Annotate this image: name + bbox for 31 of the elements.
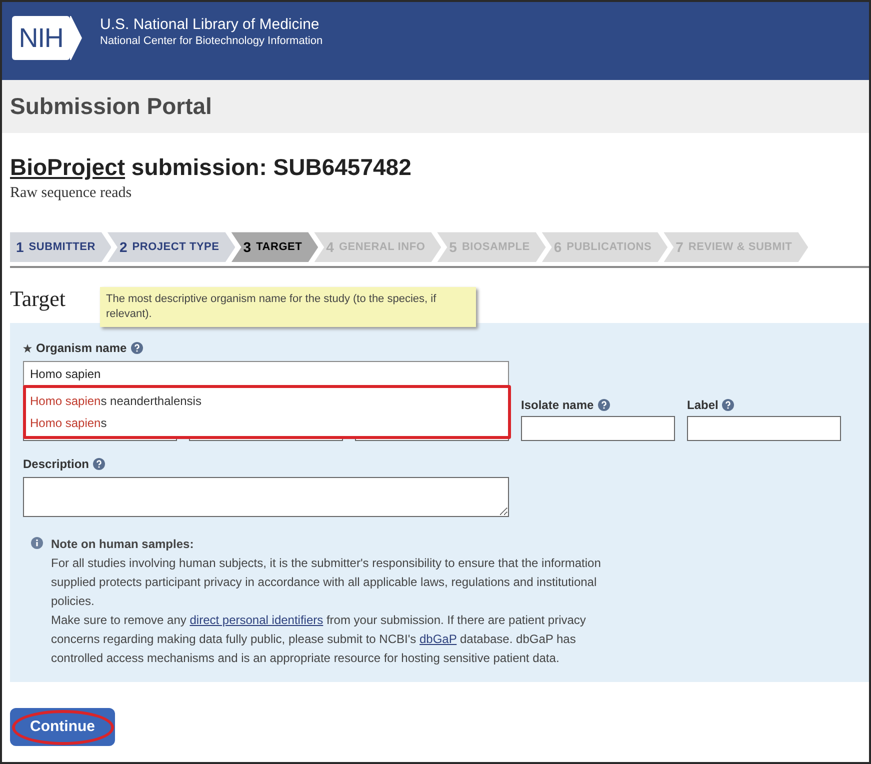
- organism-label: Organism name: [36, 340, 127, 358]
- banner-title: U.S. National Library of Medicine: [100, 16, 320, 35]
- submission-title: submission: SUB6457482: [130, 154, 412, 180]
- banner-subtitle: National Center for Biotechnology Information: [100, 34, 323, 48]
- note-paragraph: Make sure to remove any direct personal identifiers from your submission. If there are patient privacy concerns regarding making data fully public, please submit to NCBI's dbGaP database. dbGaP has controlled access mechanisms and is an appropriate resource for hosting sensitive patient data.: [51, 612, 587, 668]
- step-tab[interactable]: 3 TARGET: [231, 232, 318, 262]
- portal-title: Submission Portal: [10, 92, 212, 122]
- suggestion-item[interactable]: Homo sapiens neanderthalensis: [26, 390, 508, 412]
- help-icon[interactable]: [722, 399, 734, 412]
- step-tab[interactable]: 1 SUBMITTER: [10, 232, 112, 262]
- section-title: Target: [10, 286, 66, 312]
- tooltip: The most descriptive organism name for the study (to the species, if relevant).: [100, 287, 476, 328]
- note-paragraph: For all studies involving human subjects, it is the submitter's responsibility to ensure that the information supplied protects participant privacy in accordance with all applicable laws, regulations and institutional policies.: [51, 555, 602, 610]
- help-icon[interactable]: [598, 399, 610, 412]
- note-title: Note on human samples:: [51, 536, 195, 554]
- help-icon[interactable]: [93, 458, 106, 470]
- step-tab[interactable]: 2 PROJECT TYPE: [107, 232, 236, 262]
- text-link[interactable]: dbGaP: [419, 632, 457, 646]
- submission-subtitle: Raw sequence reads: [10, 184, 133, 203]
- suggestion-item[interactable]: Homo sapiens: [26, 412, 508, 434]
- text-input[interactable]: [521, 416, 675, 442]
- bioproject-link[interactable]: BioProject: [10, 154, 126, 180]
- description-label: Description: [23, 456, 90, 474]
- info-icon: [31, 537, 43, 550]
- text-input[interactable]: [687, 416, 841, 442]
- organism-input[interactable]: Homo sapien: [23, 361, 509, 388]
- description-field[interactable]: [23, 477, 509, 518]
- text-link[interactable]: direct personal identifiers: [190, 613, 324, 628]
- help-icon[interactable]: [130, 342, 143, 354]
- field-label: Isolate name: [521, 397, 594, 414]
- field-label: Label: [687, 397, 718, 414]
